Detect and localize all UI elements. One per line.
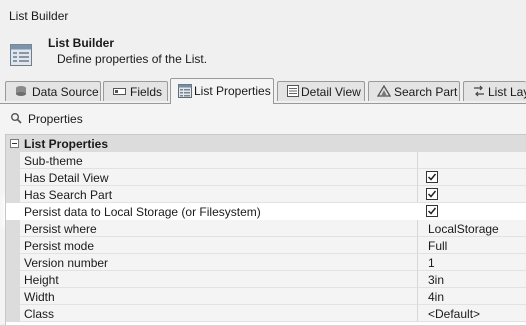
property-row-persist-local-storage[interactable]: Persist data to Local Storage (or Filesy… <box>6 203 526 220</box>
property-value[interactable]: 4in <box>418 288 526 305</box>
property-value[interactable]: 3in <box>418 271 526 288</box>
checkbox[interactable] <box>426 188 438 200</box>
tab-strip: Data Source Fields List Properties Detai… <box>0 78 526 104</box>
property-name: Has Search Part <box>20 186 418 203</box>
property-row-height[interactable]: Height 3in <box>6 271 526 288</box>
property-name: Sub-theme <box>20 152 418 169</box>
property-name: Persist where <box>20 220 418 237</box>
list-layout-icon <box>472 85 486 97</box>
property-row-has-detail-view[interactable]: Has Detail View <box>6 169 526 186</box>
checkbox[interactable] <box>426 205 438 217</box>
detail-view-icon <box>286 85 300 97</box>
tab-list-properties[interactable]: List Properties <box>170 78 274 104</box>
property-value[interactable]: <Default> <box>418 305 526 322</box>
property-row-class[interactable]: Class <Default> <box>6 305 526 322</box>
property-value[interactable]: LocalStorage <box>418 220 526 237</box>
property-row-width[interactable]: Width 4in <box>6 288 526 305</box>
property-row-persist-mode[interactable]: Persist mode Full <box>6 237 526 254</box>
property-name: Persist mode <box>20 237 418 254</box>
window-title: List Builder <box>9 9 69 23</box>
property-row-sub-theme[interactable]: Sub-theme <box>6 152 526 169</box>
checkbox[interactable] <box>426 171 438 183</box>
tab-label: Search Part <box>394 85 458 99</box>
window-titlebar: List Builder <box>0 0 526 32</box>
list-properties-icon <box>178 84 192 98</box>
tab-label: List Properties <box>194 84 271 98</box>
property-row-has-search-part[interactable]: Has Search Part <box>6 186 526 203</box>
property-value[interactable]: Full <box>418 237 526 254</box>
search-part-icon <box>376 84 392 97</box>
category-header[interactable]: List Properties <box>6 135 526 152</box>
properties-toolbar: Properties <box>0 104 526 132</box>
property-row-version-number[interactable]: Version number 1 <box>6 254 526 271</box>
tab-label: Detail View <box>301 85 361 99</box>
fields-icon <box>112 85 126 97</box>
tab-search-part[interactable]: Search Part <box>368 81 460 101</box>
properties-icon <box>10 112 22 124</box>
tab-label: List Layo <box>488 85 526 99</box>
category-label: List Properties <box>24 137 109 151</box>
header-title: List Builder <box>48 36 115 50</box>
list-builder-icon <box>10 44 32 66</box>
tab-label: Data Source <box>32 85 99 99</box>
property-grid: List Properties Sub-theme Has Detail Vie… <box>5 134 526 325</box>
property-name: Width <box>20 288 418 305</box>
header-subtitle: Define properties of the List. <box>57 52 208 66</box>
property-name: Version number <box>20 254 418 271</box>
property-name: Class <box>20 305 418 322</box>
tab-fields[interactable]: Fields <box>103 81 168 101</box>
property-value[interactable]: 1 <box>418 254 526 271</box>
tab-detail-view[interactable]: Detail View <box>277 81 365 101</box>
header: List Builder Define properties of the Li… <box>0 32 526 74</box>
collapse-icon[interactable] <box>10 139 19 148</box>
property-name: Persist data to Local Storage (or Filesy… <box>20 203 418 220</box>
database-icon <box>14 85 28 97</box>
property-name: Has Detail View <box>20 169 418 186</box>
tab-list-layout[interactable]: List Layo <box>463 81 526 101</box>
property-row-persist-where[interactable]: Persist where LocalStorage <box>6 220 526 237</box>
property-name: Height <box>20 271 418 288</box>
property-value[interactable] <box>418 152 526 169</box>
properties-label: Properties <box>28 112 83 126</box>
tab-data-source[interactable]: Data Source <box>5 81 101 101</box>
tab-label: Fields <box>130 85 163 99</box>
